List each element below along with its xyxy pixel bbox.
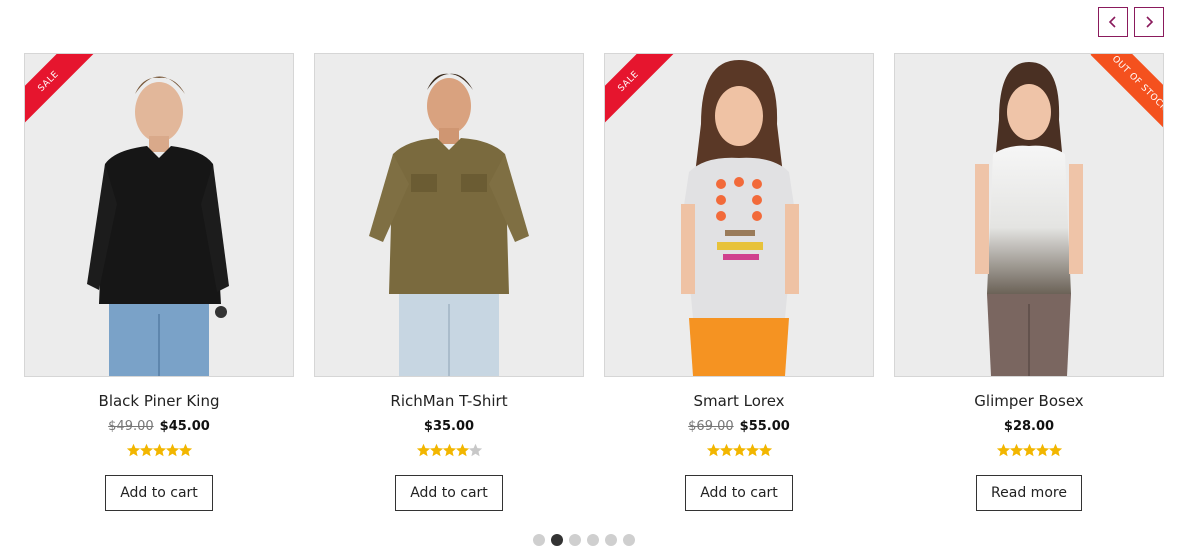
product-image[interactable]: SALE bbox=[604, 53, 874, 377]
star-rating bbox=[24, 443, 294, 459]
product-title[interactable]: Black Piner King bbox=[24, 392, 294, 412]
product-card: SALE Smart Lorex $69.00 $55.00 Add to car… bbox=[604, 53, 874, 511]
chevron-left-icon bbox=[1108, 16, 1116, 28]
product-title[interactable]: Smart Lorex bbox=[604, 392, 874, 412]
carousel-pagination bbox=[533, 534, 635, 546]
star-rating bbox=[604, 443, 874, 459]
price-row: $49.00 $45.00 bbox=[24, 419, 294, 437]
pagination-dot[interactable] bbox=[587, 534, 599, 546]
product-image[interactable] bbox=[314, 53, 584, 377]
product-image[interactable]: OUT OF STOCK bbox=[894, 53, 1164, 377]
product-photo-man-olive-shirt bbox=[315, 54, 583, 376]
product-card: OUT OF STOCK Glimper Bosex $28.00 Read m… bbox=[894, 53, 1164, 511]
carousel-prev-button[interactable] bbox=[1098, 7, 1128, 37]
out-of-stock-badge: OUT OF STOCK bbox=[1090, 54, 1163, 130]
pagination-dot[interactable] bbox=[623, 534, 635, 546]
sale-badge: SALE bbox=[605, 54, 677, 130]
pagination-dot[interactable] bbox=[569, 534, 581, 546]
current-price: $55.00 bbox=[739, 419, 790, 434]
badge-corner: SALE bbox=[605, 54, 681, 130]
star-rating bbox=[894, 443, 1164, 459]
current-price: $28.00 bbox=[1003, 419, 1055, 434]
product-image[interactable]: SALE bbox=[24, 53, 294, 377]
pagination-dot[interactable] bbox=[551, 534, 563, 546]
pagination-dot[interactable] bbox=[605, 534, 617, 546]
price-row: $28.00 bbox=[894, 419, 1164, 437]
add-to-cart-button[interactable]: Add to cart bbox=[395, 475, 503, 511]
price-row: $69.00 $55.00 bbox=[604, 419, 874, 437]
current-price: $35.00 bbox=[423, 419, 475, 434]
pagination-dot[interactable] bbox=[533, 534, 545, 546]
sale-badge: SALE bbox=[25, 54, 97, 130]
star-icon bbox=[1048, 443, 1062, 457]
price-row: $35.00 bbox=[314, 419, 584, 437]
badge-corner: OUT OF STOCK bbox=[1087, 54, 1163, 130]
carousel-next-button[interactable] bbox=[1134, 7, 1164, 37]
read-more-button[interactable]: Read more bbox=[976, 475, 1082, 511]
old-price: $49.00 bbox=[108, 419, 154, 434]
product-card: SALE Black Piner King $49.00 $45.00 Add t… bbox=[24, 53, 294, 511]
star-icon bbox=[178, 443, 192, 457]
chevron-right-icon bbox=[1146, 16, 1154, 28]
current-price: $45.00 bbox=[159, 419, 210, 434]
star-icon bbox=[468, 443, 482, 457]
star-icon bbox=[758, 443, 772, 457]
product-title[interactable]: Glimper Bosex bbox=[894, 392, 1164, 412]
add-to-cart-button[interactable]: Add to cart bbox=[105, 475, 213, 511]
product-card: RichMan T-Shirt $35.00 Add to cart bbox=[314, 53, 584, 511]
add-to-cart-button[interactable]: Add to cart bbox=[685, 475, 793, 511]
badge-corner: SALE bbox=[25, 54, 101, 130]
old-price: $69.00 bbox=[688, 419, 734, 434]
product-title[interactable]: RichMan T-Shirt bbox=[314, 392, 584, 412]
star-rating bbox=[314, 443, 584, 459]
